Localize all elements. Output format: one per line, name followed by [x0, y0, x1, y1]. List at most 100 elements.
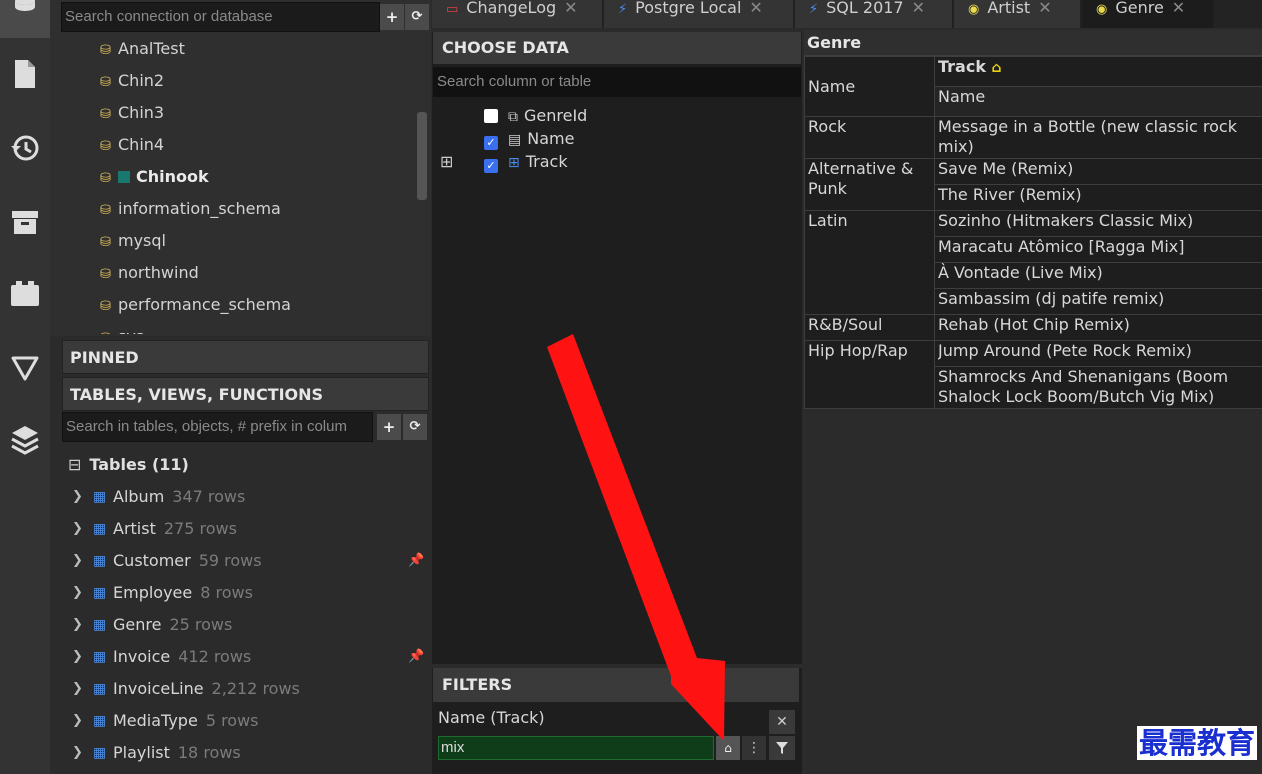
table-item[interactable]: ❯ ▦ Employee 8 rows [62, 577, 431, 609]
tab-sql-2017[interactable]: ⚡ SQL 2017 ✕ [795, 0, 953, 28]
column-label: Name [527, 129, 575, 148]
connection-panel: Search connection or database + ⟳ ⛁ AnalT… [50, 0, 431, 336]
table-row[interactable]: R&B/Soul Rehab (Hot Chip Remix) [804, 314, 1262, 341]
chevron-right-icon[interactable]: ❯ [72, 513, 83, 545]
expand-icon[interactable]: ⊞ [440, 150, 453, 174]
nested-column-header[interactable]: Name [934, 86, 1262, 117]
database-icon: ⛁ [100, 299, 111, 314]
chevron-right-icon[interactable]: ❯ [72, 737, 83, 769]
genre-name: Hip Hop/Rap [808, 341, 908, 360]
table-item[interactable]: ❯ ▦ Genre 25 rows [62, 609, 431, 641]
filter-value-input[interactable]: mix [438, 736, 714, 760]
column-search-input[interactable]: Search column or table [433, 67, 801, 97]
database-icon: ⛁ [100, 171, 111, 186]
database-item[interactable]: ⛁ Chin2 [100, 65, 164, 97]
table-name: Playlist [113, 743, 170, 762]
more-options-icon[interactable]: ⋮ [742, 736, 766, 760]
column-option[interactable]: ⧉ GenreId [484, 104, 587, 128]
database-item[interactable]: ⛁ northwind [100, 257, 199, 289]
table-name: InvoiceLine [113, 679, 204, 698]
filter-icon[interactable] [769, 736, 795, 760]
refresh-objects-button[interactable]: ⟳ [403, 414, 427, 440]
objects-header[interactable]: TABLES, VIEWS, FUNCTIONS [62, 377, 429, 411]
checkbox[interactable]: ✓ [484, 136, 498, 150]
table-item[interactable]: ❯ ▦ Invoice 412 rows 📌 [62, 641, 431, 673]
chevron-right-icon[interactable]: ❯ [72, 641, 83, 673]
chevron-right-icon[interactable]: ❯ [72, 609, 83, 641]
column-label: Track [525, 152, 568, 171]
database-item[interactable]: ⛁ Chin4 [100, 129, 164, 161]
track-name: Rehab (Hot Chip Remix) [938, 315, 1130, 334]
result-table-title: Genre [804, 30, 1262, 56]
table-item[interactable]: ❯ ▦ Album 347 rows [62, 481, 431, 513]
filter-funnel-icon[interactable] [0, 338, 50, 398]
collapse-icon[interactable]: ⊟ [68, 455, 81, 474]
track-name: Message in a Bottle (new classic rock mi… [938, 117, 1237, 156]
tab-label: Artist [987, 0, 1031, 17]
archive-icon[interactable] [0, 192, 50, 252]
chevron-right-icon[interactable]: ❯ [72, 705, 83, 737]
pin-icon[interactable]: 📌 [408, 641, 424, 673]
table-icon: ▦ [93, 553, 107, 569]
close-tab-icon[interactable]: ✕ [912, 0, 925, 17]
close-tab-icon[interactable]: ✕ [749, 0, 762, 17]
track-name: Shamrocks And Shenanigans (Boom Shalock … [938, 367, 1229, 406]
database-item[interactable]: ⛁sys [100, 321, 144, 334]
tab-postgre-local[interactable]: ⚡ Postgre Local ✕ [604, 0, 794, 28]
layers-icon[interactable] [0, 410, 50, 470]
key-icon: ⧉ [508, 109, 518, 125]
column-icon: ▤ [508, 132, 522, 148]
table-item[interactable]: ❯ ▦ MediaType 5 rows [62, 705, 431, 737]
table-item[interactable]: ❯ ▦ Customer 59 rows 📌 [62, 545, 431, 577]
tab-genre[interactable]: ◉ Genre ✕ [1082, 0, 1214, 28]
objects-search-input[interactable]: Search in tables, objects, # prefix in c… [62, 412, 373, 442]
database-item[interactable]: ⛁ Chinook [100, 161, 209, 193]
scrollbar-thumb[interactable] [417, 112, 427, 200]
tab-changelog[interactable]: ▭ ChangeLog ✕ [432, 0, 603, 28]
home-link-icon[interactable]: ⌂ [992, 60, 1002, 76]
checkbox[interactable] [484, 109, 498, 123]
plugin-icon[interactable] [0, 264, 50, 324]
close-tab-icon[interactable]: ✕ [564, 0, 577, 17]
history-icon[interactable] [0, 118, 50, 178]
database-item[interactable]: ⛁ AnalTest [100, 33, 185, 65]
database-item[interactable]: ⛁ information_schema [100, 193, 281, 225]
database-name: AnalTest [118, 39, 185, 58]
document-icon[interactable] [0, 44, 50, 104]
table-name: Invoice [113, 647, 171, 666]
table-row[interactable]: Hip Hop/Rap Jump Around (Pete Rock Remix) [804, 340, 1262, 409]
database-item[interactable]: ⛁ mysql [100, 225, 166, 257]
table-item[interactable]: ❯ ▦ Playlist 18 rows [62, 737, 431, 769]
remove-filter-button[interactable]: ✕ [769, 710, 795, 734]
table-row[interactable]: Rock Message in a Bottle (new classic roc… [804, 116, 1262, 159]
chevron-right-icon[interactable]: ❯ [72, 673, 83, 705]
tab-artist[interactable]: ◉ Artist ✕ [954, 0, 1081, 28]
lock-icon[interactable]: ⌂ [716, 736, 740, 760]
checkbox[interactable]: ✓ [484, 159, 498, 173]
filters-panel: FILTERS Name (Track) ✕ mix ⌂ ⋮ [432, 668, 802, 774]
tables-group[interactable]: ⊟ Tables (11) [68, 449, 189, 481]
nested-table-header[interactable]: Track ⌂ [934, 56, 1262, 87]
close-tab-icon[interactable]: ✕ [1172, 0, 1185, 17]
pin-icon[interactable]: 📌 [408, 545, 424, 577]
table-item[interactable]: ❯ ▦ Artist 275 rows [62, 513, 431, 545]
filter-field-label: Name (Track) [438, 708, 545, 727]
chevron-right-icon[interactable]: ❯ [72, 481, 83, 513]
column-header-name[interactable]: Name [804, 56, 935, 117]
database-item[interactable]: ⛁ Chin3 [100, 97, 164, 129]
database-icon[interactable] [0, 0, 50, 38]
row-count: 5 rows [205, 711, 259, 730]
table-row[interactable]: Latin Sozinho (Hitmakers Classic Mix) [804, 210, 1262, 315]
results-grid: Genre Name Track ⌂ Name Rock Message in a Bo… [804, 30, 1262, 774]
close-tab-icon[interactable]: ✕ [1038, 0, 1051, 17]
add-object-button[interactable]: + [377, 414, 401, 440]
pinned-header[interactable]: PINNED [62, 340, 429, 374]
chevron-right-icon[interactable]: ❯ [72, 577, 83, 609]
track-name: Sambassim (dj patife remix) [938, 289, 1165, 308]
chevron-right-icon[interactable]: ❯ [72, 545, 83, 577]
table-item[interactable]: ❯ ▦ InvoiceLine 2,212 rows [62, 673, 431, 705]
database-item[interactable]: ⛁ performance_schema [100, 289, 291, 321]
table-row[interactable]: Alternative & Punk Save Me (Remix) [804, 158, 1262, 211]
column-option[interactable]: ⊞ ✓ ⊞ Track [440, 150, 568, 174]
column-option[interactable]: ✓ ▤ Name [484, 127, 574, 151]
